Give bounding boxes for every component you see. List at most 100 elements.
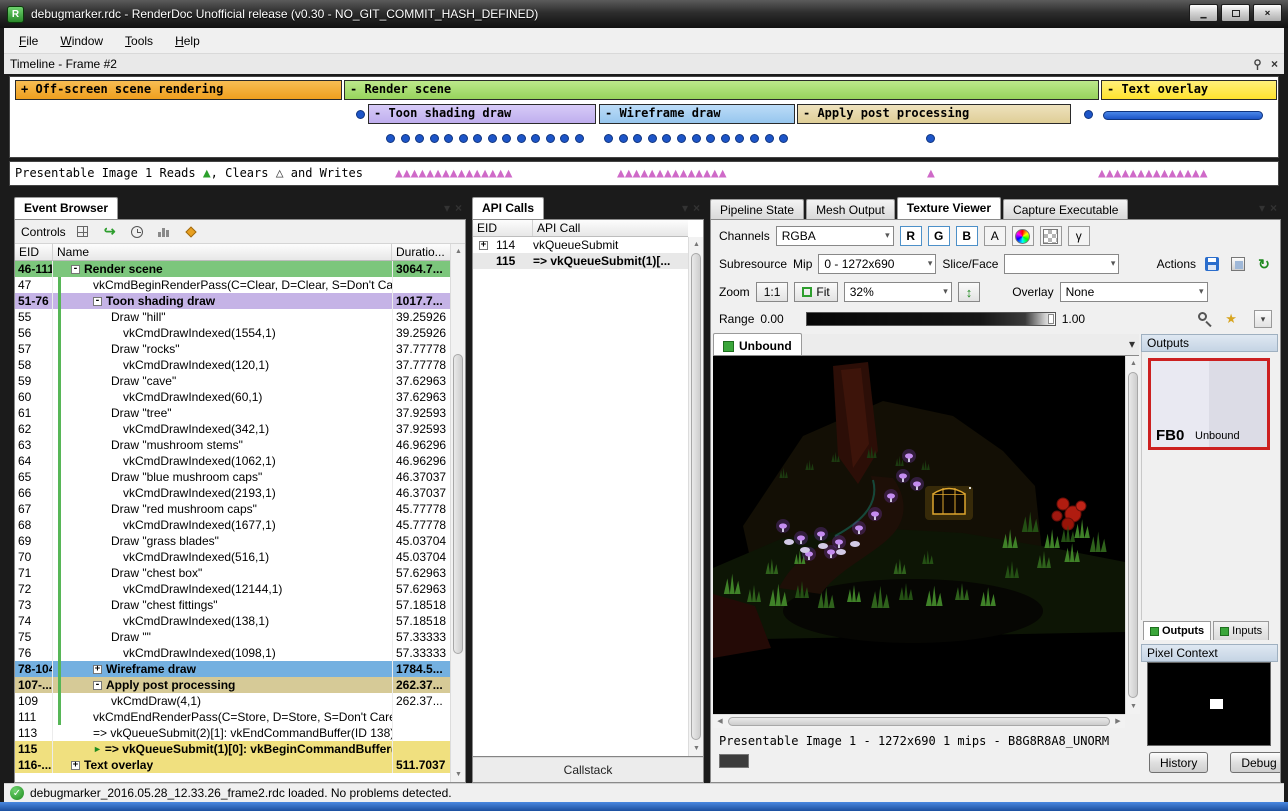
event-browser-menu-icon[interactable]: ▾ bbox=[444, 201, 450, 215]
debug-button[interactable]: Debug bbox=[1230, 752, 1281, 773]
draw-call-dot[interactable] bbox=[459, 134, 468, 143]
draw-call-dot[interactable] bbox=[1084, 110, 1093, 119]
event-row[interactable]: 75Draw ""57.33333 bbox=[15, 629, 450, 645]
draw-call-dot[interactable] bbox=[531, 134, 540, 143]
tab-outputs[interactable]: Outputs bbox=[1143, 621, 1211, 640]
draw-call-dot[interactable] bbox=[546, 134, 555, 143]
tab-api-calls[interactable]: API Calls bbox=[472, 197, 544, 219]
draw-call-dot[interactable] bbox=[473, 134, 482, 143]
title-bar[interactable]: R debugmarker.rdc - RenderDoc Unofficial… bbox=[0, 0, 1288, 28]
event-row[interactable]: 67Draw "red mushroom caps"45.77778 bbox=[15, 501, 450, 517]
gamma-button[interactable]: γ bbox=[1068, 226, 1090, 246]
draw-call-dot[interactable] bbox=[517, 134, 526, 143]
event-row[interactable]: 65Draw "blue mushroom caps"46.37037 bbox=[15, 469, 450, 485]
save-texture-button[interactable] bbox=[1202, 254, 1222, 274]
api-calls-close-icon[interactable]: × bbox=[693, 201, 700, 215]
draw-call-dot[interactable] bbox=[750, 134, 759, 143]
event-browser-column-header[interactable]: EID Name Duratio... bbox=[15, 244, 450, 261]
draw-call-dot[interactable] bbox=[356, 110, 365, 119]
zoom-1to1-button[interactable]: 1:1 bbox=[756, 282, 789, 302]
event-row[interactable]: 56vkCmdDrawIndexed(1554,1)39.25926 bbox=[15, 325, 450, 341]
range-slider[interactable] bbox=[806, 312, 1056, 326]
export-texture-button[interactable] bbox=[1228, 254, 1248, 274]
scroll-up-icon[interactable]: ▲ bbox=[1126, 356, 1141, 371]
draw-call-capsule[interactable] bbox=[1103, 111, 1263, 120]
draw-call-dot[interactable] bbox=[415, 134, 424, 143]
event-row[interactable]: 68vkCmdDrawIndexed(1677,1)45.77778 bbox=[15, 517, 450, 533]
event-row[interactable]: 69Draw "grass blades"45.03704 bbox=[15, 533, 450, 549]
draw-call-dot[interactable] bbox=[692, 134, 701, 143]
usage-triangles[interactable]: ▲▲▲▲▲▲▲▲▲▲▲▲▲▲▲ bbox=[395, 162, 512, 185]
event-row[interactable]: 64vkCmdDrawIndexed(1062,1)46.96296 bbox=[15, 453, 450, 469]
tree-expander[interactable]: - bbox=[93, 297, 102, 306]
tree-expander[interactable]: + bbox=[71, 761, 80, 770]
timeline-bar-offscreen[interactable]: + Off-screen scene rendering bbox=[15, 80, 342, 100]
event-row[interactable]: 61Draw "tree"37.92593 bbox=[15, 405, 450, 421]
texture-vertical-scrollbar[interactable]: ▲ ▼ bbox=[1125, 356, 1140, 714]
event-row[interactable]: 70vkCmdDrawIndexed(516,1)45.03704 bbox=[15, 549, 450, 565]
draw-call-dot[interactable] bbox=[604, 134, 613, 143]
color-wheel-button[interactable] bbox=[1012, 226, 1034, 246]
bookmark-icon[interactable] bbox=[181, 222, 201, 242]
event-row[interactable]: 60vkCmdDrawIndexed(60,1)37.62963 bbox=[15, 389, 450, 405]
api-calls-scrollbar[interactable]: ▲ ▼ bbox=[688, 237, 703, 756]
alpha-channel-button[interactable]: A bbox=[984, 226, 1006, 246]
time-durations-icon[interactable] bbox=[127, 222, 147, 242]
column-eid[interactable]: EID bbox=[15, 244, 53, 260]
event-row[interactable]: 76vkCmdDrawIndexed(1098,1)57.33333 bbox=[15, 645, 450, 661]
checkerboard-button[interactable] bbox=[1040, 226, 1062, 246]
draw-call-dot[interactable] bbox=[619, 134, 628, 143]
event-row[interactable]: 107-...-Apply post processing262.37... bbox=[15, 677, 450, 693]
draw-call-dot[interactable] bbox=[633, 134, 642, 143]
refresh-button[interactable]: ↻ bbox=[1254, 254, 1274, 274]
timeline-bar-text-overlay[interactable]: - Text overlay bbox=[1101, 80, 1277, 100]
tab-inputs[interactable]: Inputs bbox=[1213, 621, 1269, 640]
usage-triangles[interactable]: ▲▲▲▲▲▲▲▲▲▲▲▲▲▲ bbox=[1098, 162, 1208, 185]
scroll-left-icon[interactable]: ◀ bbox=[713, 715, 727, 729]
event-row[interactable]: 115►=> vkQueueSubmit(1)[0]: vkBeginComma… bbox=[15, 741, 450, 757]
draw-call-dot[interactable] bbox=[401, 134, 410, 143]
scroll-right-icon[interactable]: ▶ bbox=[1111, 715, 1125, 729]
draw-call-dot[interactable] bbox=[502, 134, 511, 143]
red-channel-button[interactable]: R bbox=[900, 226, 922, 246]
column-duration[interactable]: Duratio... bbox=[392, 244, 450, 260]
event-row[interactable]: 71Draw "chest box"57.62963 bbox=[15, 565, 450, 581]
scroll-up-icon[interactable]: ▲ bbox=[451, 244, 466, 259]
stats-icon[interactable] bbox=[154, 222, 174, 242]
usage-triangles[interactable]: ▲ bbox=[927, 162, 935, 185]
timeline-close-icon[interactable]: × bbox=[1271, 57, 1278, 71]
api-calls-column-header[interactable]: EID API Call bbox=[473, 220, 688, 237]
api-call-row[interactable]: 115=> vkQueueSubmit(1)[... bbox=[473, 253, 688, 269]
draw-call-dot[interactable] bbox=[721, 134, 730, 143]
menu-help[interactable]: Help bbox=[164, 30, 211, 52]
maximize-button[interactable] bbox=[1221, 4, 1250, 22]
blue-channel-button[interactable]: B bbox=[956, 226, 978, 246]
tree-expander[interactable]: + bbox=[479, 241, 488, 250]
tab-current-texture[interactable]: Unbound bbox=[713, 333, 802, 355]
draw-call-dot[interactable] bbox=[926, 134, 935, 143]
pixel-context-view[interactable] bbox=[1147, 662, 1271, 746]
callstack-section[interactable]: Callstack bbox=[473, 756, 703, 782]
event-row[interactable]: 46-111-Render scene3064.7... bbox=[15, 261, 450, 277]
slice-face-dropdown[interactable]: ▾ bbox=[1004, 254, 1119, 274]
panel-menu-icon[interactable]: ▾ bbox=[1259, 201, 1265, 215]
api-calls-menu-icon[interactable]: ▾ bbox=[682, 201, 688, 215]
event-row[interactable]: 111vkCmdEndRenderPass(C=Store, D=Store, … bbox=[15, 709, 450, 725]
timeline-bar-post-processing[interactable]: - Apply post processing bbox=[797, 104, 1071, 124]
timeline-bar-toon-shading[interactable]: - Toon shading draw bbox=[368, 104, 596, 124]
event-row[interactable]: 63Draw "mushroom stems"46.96296 bbox=[15, 437, 450, 453]
tab-event-browser[interactable]: Event Browser bbox=[14, 197, 118, 219]
texture-horizontal-scrollbar[interactable]: ◀ ▶ bbox=[713, 714, 1125, 728]
event-row[interactable]: 73Draw "chest fittings"57.18518 bbox=[15, 597, 450, 613]
event-browser-scrollbar[interactable]: ▲ ▼ bbox=[450, 244, 465, 782]
menu-window[interactable]: Window bbox=[49, 30, 114, 52]
tab-mesh-output[interactable]: Mesh Output bbox=[806, 199, 895, 219]
draw-call-dot[interactable] bbox=[779, 134, 788, 143]
draw-call-dot[interactable] bbox=[386, 134, 395, 143]
event-row[interactable]: 78-104+Wireframe draw1784.5... bbox=[15, 661, 450, 677]
overlay-dropdown[interactable]: None▾ bbox=[1060, 282, 1208, 302]
timeline-bar-render-scene[interactable]: - Render scene bbox=[344, 80, 1099, 100]
draw-call-dot[interactable] bbox=[444, 134, 453, 143]
event-row[interactable]: 51-76-Toon shading draw1017.7... bbox=[15, 293, 450, 309]
event-row[interactable]: 66vkCmdDrawIndexed(2193,1)46.37037 bbox=[15, 485, 450, 501]
